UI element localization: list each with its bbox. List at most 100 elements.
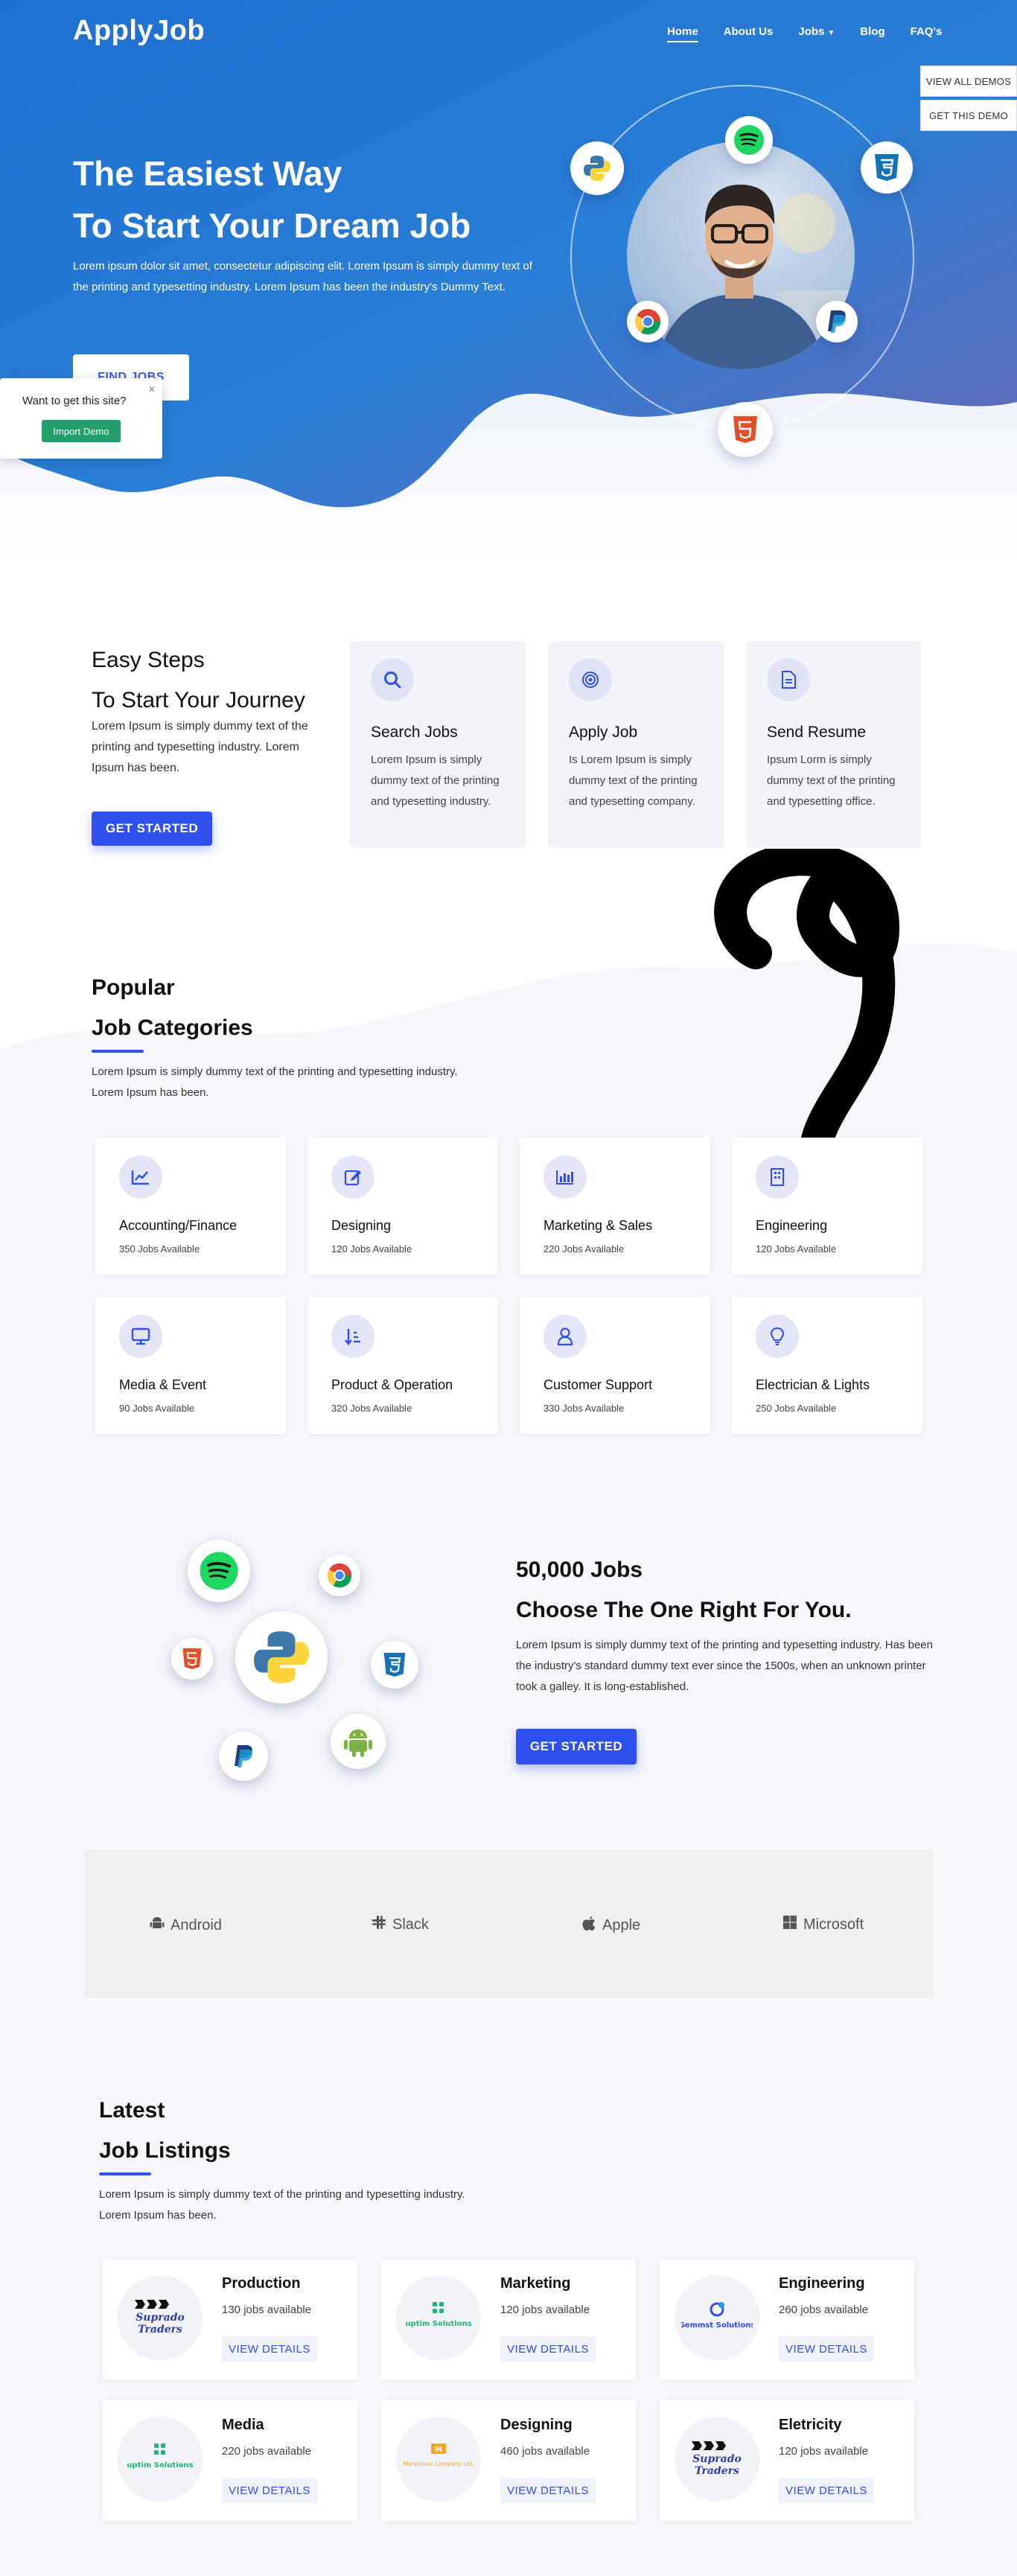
nav-jobs[interactable]: Jobs ▼ (798, 25, 835, 38)
windows-icon (782, 1915, 797, 1934)
hero-title: The Easiest Way To Start Your Dream Job (73, 147, 471, 252)
job-count: 220 jobs available (222, 2445, 312, 2458)
category-card-media[interactable]: Media & Event 90 Jobs Available (95, 1297, 286, 1434)
view-details-button[interactable]: VIEW DETAILS (779, 2336, 874, 2362)
android-icon (150, 1915, 165, 1936)
svg-text:Suprado: Suprado (136, 2312, 185, 2324)
category-count: 330 Jobs Available (543, 1403, 625, 1414)
job-card-designing: M Marvellous Company Ltd. Designing 460 j… (381, 2400, 636, 2521)
nav-about[interactable]: About Us (724, 25, 774, 38)
job-card-electricity: Suprado Traders Eletricity 120 jobs avail… (660, 2400, 914, 2521)
category-name: Electrician & Lights (756, 1377, 870, 1392)
category-count: 120 Jobs Available (756, 1243, 837, 1254)
job-title: Marketing (500, 2275, 571, 2292)
job-count: 120 jobs available (779, 2445, 869, 2458)
python-icon (235, 1611, 328, 1703)
nav-blog[interactable]: Blog (860, 25, 884, 38)
brand-label: Android (170, 1916, 222, 1933)
company-logo-uptim: uptim Solutions (118, 2417, 203, 2502)
category-name: Product & Operation (331, 1377, 453, 1392)
category-card-marketing[interactable]: Marketing & Sales 220 Jobs Available (520, 1138, 710, 1275)
chrome-icon (319, 1555, 360, 1596)
get-started-button-2[interactable]: GET STARTED (516, 1729, 637, 1764)
brand-microsoft[interactable]: Microsoft (782, 1915, 864, 1934)
paypal-icon (219, 1732, 268, 1781)
category-card-designing[interactable]: Designing 120 Jobs Available (307, 1138, 498, 1275)
chevron-down-icon: ▼ (827, 29, 835, 37)
get-started-button[interactable]: GET STARTED (92, 812, 212, 846)
brand-android[interactable]: Android (150, 1915, 222, 1936)
brand-apple[interactable]: Apple (581, 1915, 640, 1936)
job-title: Media (222, 2417, 264, 2433)
sort-icon (331, 1315, 374, 1358)
svg-text:Marvellous Company Ltd.: Marvellous Company Ltd. (403, 2461, 474, 2467)
hero-section: ApplyJob Home About Us Jobs ▼ Blog FAQ's … (0, 0, 1017, 566)
step-card-resume: Send Resume Ipsum Lorm is simply dummy t… (746, 642, 922, 847)
css3-icon (861, 141, 913, 194)
brand-slack[interactable]: Slack (372, 1915, 429, 1934)
job-card-media: uptim Solutions Media 220 jobs available… (103, 2400, 357, 2521)
category-card-accounting[interactable]: Accounting/Finance 350 Jobs Available (95, 1138, 286, 1275)
svg-text:Traders: Traders (695, 2465, 739, 2477)
job-card-marketing: uptim Solutions Marketing 120 jobs avail… (381, 2259, 636, 2379)
nav-home[interactable]: Home (667, 25, 698, 42)
step-text: Ipsum Lorm is simply dummy text of the p… (767, 753, 896, 808)
chrome-icon (627, 301, 669, 342)
hero-description: Lorem ipsum dolor sit amet, consectetur … (73, 260, 532, 293)
job-title: Designing (500, 2417, 573, 2433)
company-logo-suprado: Suprado Traders (118, 2275, 203, 2360)
import-demo-popup: ✕ Want to get this site? Import Demo (0, 378, 162, 459)
popup-text: Want to get this site? (22, 395, 127, 407)
step-title: Apply Job (569, 724, 638, 741)
jobs-promo-title-line2: Choose The One Right For You. (516, 1598, 852, 1622)
nav-faq[interactable]: FAQ's (911, 25, 943, 38)
user-icon (543, 1315, 587, 1358)
import-demo-button[interactable]: Import Demo (42, 420, 121, 442)
category-card-product[interactable]: Product & Operation 320 Jobs Available (307, 1297, 498, 1434)
view-details-button[interactable]: VIEW DETAILS (222, 2336, 317, 2362)
category-card-support[interactable]: Customer Support 330 Jobs Available (520, 1297, 710, 1434)
document-icon (767, 658, 810, 701)
main-nav: Home About Us Jobs ▼ Blog FAQ's (667, 25, 967, 42)
section-underline (92, 1050, 144, 1053)
svg-text:uptim Solutions: uptim Solutions (405, 2320, 471, 2328)
hero-title-line1: The Easiest Way (73, 154, 342, 193)
get-this-demo-button[interactable]: GET THIS DEMO (920, 100, 1017, 131)
svg-text:uptim Solutions: uptim Solutions (127, 2461, 193, 2470)
job-title: Engineering (779, 2275, 865, 2292)
categories-title-line1: Popular (92, 975, 175, 1000)
slack-icon (372, 1915, 386, 1934)
job-count: 130 jobs available (222, 2304, 312, 2316)
view-all-demos-button[interactable]: VIEW ALL DEMOS (920, 66, 1017, 97)
step-title: Send Resume (767, 724, 867, 741)
view-details-button[interactable]: VIEW DETAILS (779, 2478, 874, 2503)
step-text: Is Lorem Ipsum is simply dummy text of t… (569, 753, 698, 808)
category-count: 320 Jobs Available (331, 1403, 412, 1414)
view-details-button[interactable]: VIEW DETAILS (222, 2478, 317, 2503)
brand-label: Slack (392, 1916, 429, 1933)
search-icon (371, 658, 414, 701)
category-card-electrician[interactable]: Electrician & Lights 250 Jobs Available (732, 1297, 922, 1434)
view-details-button[interactable]: VIEW DETAILS (500, 2336, 596, 2362)
bar-chart-icon (543, 1155, 587, 1199)
hero-title-line2: To Start Your Dream Job (73, 206, 471, 245)
close-icon[interactable]: ✕ (148, 384, 156, 395)
jobs-promo-description: Lorem Ipsum is simply dummy text of the … (516, 1639, 933, 1693)
steps-title-line2: To Start Your Journey (92, 688, 305, 712)
building-icon (756, 1155, 799, 1199)
svg-text:Gemmst Solutions: Gemmst Solutions (681, 2321, 753, 2330)
categories-title-line2: Job Categories (92, 1016, 253, 1040)
category-card-engineering[interactable]: Engineering 120 Jobs Available (732, 1138, 922, 1275)
category-count: 250 Jobs Available (756, 1403, 837, 1414)
site-logo[interactable]: ApplyJob (73, 15, 205, 47)
category-name: Marketing & Sales (543, 1218, 653, 1233)
categories-title: Popular Job Categories (92, 968, 253, 1048)
job-count: 120 jobs available (500, 2304, 590, 2316)
company-logo-uptim: uptim Solutions (396, 2275, 481, 2360)
spotify-icon (725, 116, 773, 164)
category-name: Media & Event (119, 1377, 207, 1392)
edit-icon (331, 1155, 374, 1199)
view-details-button[interactable]: VIEW DETAILS (500, 2478, 596, 2503)
category-name: Designing (331, 1218, 392, 1233)
css3-icon (371, 1641, 418, 1689)
